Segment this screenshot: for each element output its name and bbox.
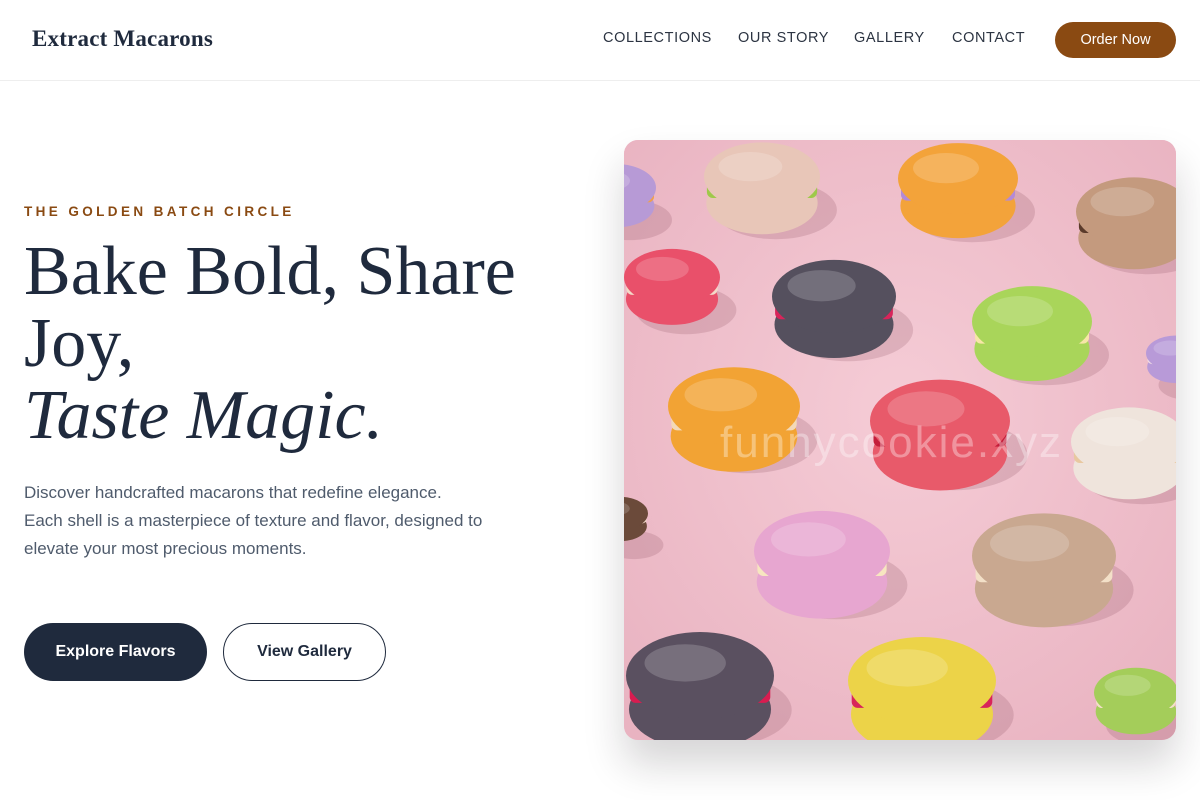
hero-headline: Bake Bold, Share Joy, Taste Magic.: [24, 236, 584, 452]
headline-line-3: Taste Magic.: [24, 377, 384, 454]
hero-eyebrow: THE GOLDEN BATCH CIRCLE: [24, 204, 295, 219]
headline-line-2: Joy,: [24, 305, 135, 382]
nav-link-gallery[interactable]: GALLERY: [854, 30, 925, 46]
macarons-illustration: [624, 140, 1176, 740]
main-nav: COLLECTIONS OUR STORY GALLERY CONTACT: [0, 30, 1200, 50]
hero-description: Discover handcrafted macarons that redef…: [24, 483, 483, 558]
site-header: Extract Macarons COLLECTIONS OUR STORY G…: [0, 0, 1200, 81]
nav-link-collections[interactable]: COLLECTIONS: [603, 30, 712, 46]
nav-link-contact[interactable]: CONTACT: [952, 30, 1025, 46]
headline-line-1: Bake Bold, Share: [24, 233, 516, 310]
explore-flavors-button[interactable]: Explore Flavors: [24, 623, 207, 681]
view-gallery-button[interactable]: View Gallery: [223, 623, 386, 681]
nav-link-our-story[interactable]: OUR STORY: [738, 30, 829, 46]
order-now-button[interactable]: Order Now: [1055, 22, 1176, 58]
macarons-hero-image: [624, 140, 1176, 740]
